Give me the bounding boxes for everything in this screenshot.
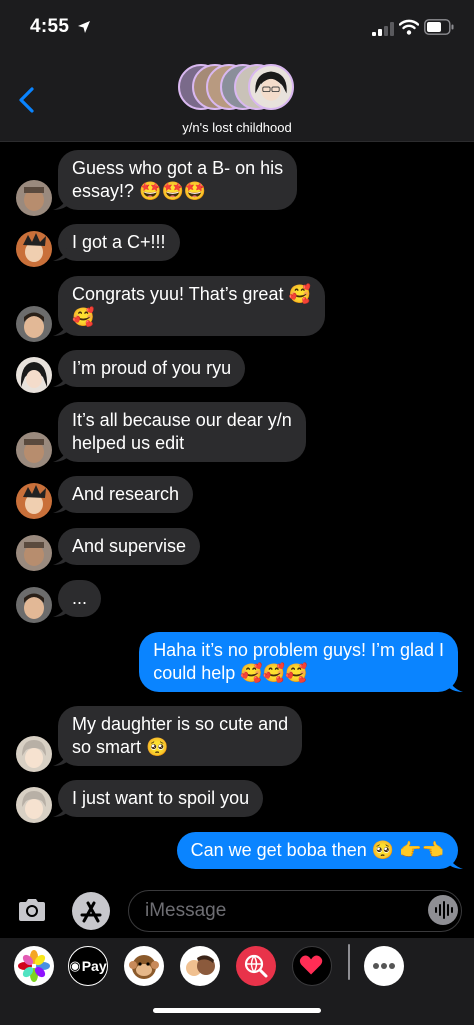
message-row: And supervise	[0, 528, 474, 571]
avatar-noya	[16, 483, 52, 519]
globe-magnifier-icon	[244, 954, 268, 978]
photos-icon[interactable]	[14, 946, 54, 986]
message-bubble[interactable]: I got a C+!!!	[53, 224, 180, 261]
heart-icon	[299, 955, 323, 975]
message-bubble[interactable]: It’s all because our dear y/n helped us …	[53, 402, 306, 462]
message-bubble[interactable]: I just want to spoil you	[53, 780, 264, 817]
message-bubble[interactable]: Guess who got a B- on his essay!? 🤩🤩🤩	[53, 150, 298, 210]
message-bubble[interactable]: And supervise	[53, 528, 201, 565]
message-row: ...	[0, 580, 474, 623]
memoji-icon[interactable]	[180, 946, 220, 986]
animoji-icon[interactable]	[124, 946, 164, 986]
web-search-icon[interactable]	[236, 946, 276, 986]
message-row: It’s all because our dear y/n helped us …	[0, 402, 474, 468]
home-indicator[interactable]	[153, 1008, 321, 1013]
apple-logo-icon: ◉	[69, 958, 81, 973]
avatar-kiyoko	[16, 357, 52, 393]
avatar-suga	[16, 787, 52, 823]
message-bubble-sent[interactable]: Can we get boba then 🥺 👉👈	[176, 832, 463, 869]
avatar-ryu	[16, 535, 52, 571]
back-chevron-icon[interactable]	[16, 86, 38, 114]
status-time: 4:55	[30, 16, 70, 37]
compose-bar	[0, 884, 474, 938]
battery-icon	[424, 19, 454, 35]
camera-icon[interactable]	[16, 894, 48, 926]
digital-touch-icon[interactable]	[292, 946, 332, 986]
imessage-input[interactable]	[128, 890, 462, 932]
avatar-noya	[16, 231, 52, 267]
message-row: I got a C+!!!	[0, 224, 474, 267]
message-row: I’m proud of you ryu	[0, 350, 474, 393]
app-store-icon	[80, 901, 102, 923]
waveform-icon	[435, 901, 453, 919]
avatar-daichi	[16, 587, 52, 623]
message-bubble[interactable]: And research	[53, 476, 194, 513]
avatar-daichi	[16, 306, 52, 342]
message-bubble[interactable]: ...	[53, 580, 102, 617]
location-arrow-icon	[78, 21, 90, 33]
message-row: I just want to spoil you	[0, 780, 474, 823]
app-store-button[interactable]	[72, 892, 110, 930]
message-bubble[interactable]: I’m proud of you ryu	[53, 350, 246, 387]
avatar-suga	[16, 736, 52, 772]
drawer-divider	[348, 944, 350, 980]
message-list: Guess who got a B- on his essay!? 🤩🤩🤩 I …	[0, 142, 474, 884]
avatar-ryu	[16, 180, 52, 216]
message-row: Can we get boba then 🥺 👉👈	[0, 832, 474, 874]
group-avatar-stack[interactable]	[178, 64, 298, 114]
message-row: Haha it’s no problem guys! I’m glad I co…	[0, 632, 474, 696]
audio-message-button[interactable]	[428, 895, 458, 925]
avatar-ryu	[16, 432, 52, 468]
wifi-icon	[399, 19, 419, 35]
status-bar: 4:55	[0, 0, 474, 56]
message-bubble[interactable]: Congrats yuu! That’s great 🥰 🥰	[53, 276, 325, 336]
cellular-signal-icon	[372, 22, 394, 36]
more-apps-icon[interactable]	[364, 946, 404, 986]
message-row: Guess who got a B- on his essay!? 🤩🤩🤩	[0, 150, 474, 216]
ellipsis-icon	[373, 963, 395, 969]
message-row: And research	[0, 476, 474, 519]
message-row: My daughter is so cute and so smart 🥺	[0, 706, 474, 772]
app-drawer: ◉ Pay	[0, 938, 474, 1025]
message-row: Congrats yuu! That’s great 🥰 🥰	[0, 276, 474, 342]
conversation-header: y/n's lost childhood	[0, 56, 474, 142]
apple-pay-icon[interactable]: ◉ Pay	[68, 946, 108, 986]
group-member-avatar	[248, 64, 294, 110]
message-bubble[interactable]: My daughter is so cute and so smart 🥺	[53, 706, 303, 766]
group-name[interactable]: y/n's lost childhood	[0, 120, 474, 135]
message-bubble-sent[interactable]: Haha it’s no problem guys! I’m glad I co…	[139, 632, 463, 692]
